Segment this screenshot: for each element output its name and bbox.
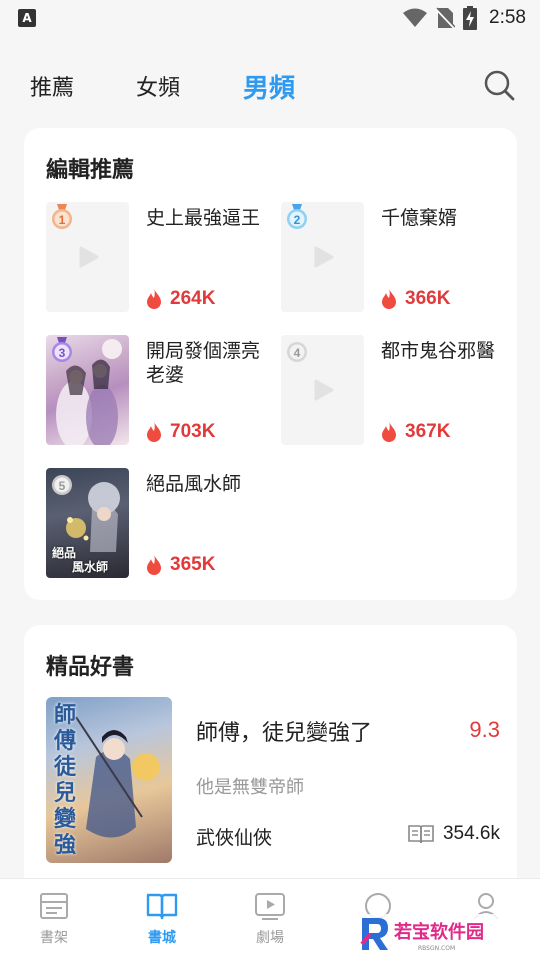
book-cover-placeholder: 4: [281, 335, 364, 445]
nav-bookstore[interactable]: 書城: [122, 891, 202, 947]
section-title: 編輯推薦: [46, 158, 135, 183]
book-heat: 367K: [381, 421, 450, 443]
book-heat: 264K: [146, 288, 215, 310]
category-tabs: 推薦 女頻 男頻: [0, 60, 540, 112]
premium-books-card: 精品好書 師傅徒兒變強 師傅，徒兒變強了 9.3 他是無雙帝師 武俠仙俠 354…: [24, 625, 517, 895]
brand-logo-icon: 若宝软件园 RBSGN.COM: [356, 914, 524, 954]
search-icon[interactable]: [482, 68, 516, 102]
book-item[interactable]: 3 開局發個漂亮老婆 703K: [46, 335, 276, 447]
fire-icon: [382, 288, 396, 309]
book-heat: 703K: [146, 421, 215, 443]
play-placeholder-icon: [314, 379, 334, 401]
play-placeholder-icon: [314, 246, 334, 268]
open-book-icon: [408, 825, 434, 844]
svg-text:1: 1: [59, 213, 66, 227]
book-cover-image: 師傅徒兒變強: [46, 697, 172, 863]
book-subtitle: 他是無雙帝師: [196, 777, 304, 798]
watermark-logo: 若宝软件园 RBSGN.COM: [356, 914, 524, 954]
book-title: 都市鬼谷邪醫: [381, 340, 496, 362]
book-heat: 366K: [381, 288, 450, 310]
book-title: 師傅，徒兒變強了: [196, 721, 373, 746]
svg-text:4: 4: [294, 346, 301, 360]
book-cover-image: 絕品 風水師 5: [46, 468, 129, 578]
book-cover-image: 3: [46, 335, 129, 445]
svg-text:3: 3: [59, 346, 66, 360]
video-icon: [255, 893, 285, 920]
fire-icon: [147, 288, 161, 309]
book-score: 9.3: [469, 717, 500, 742]
status-icons: 2:58: [403, 6, 526, 30]
book-item[interactable]: 絕品 風水師 5 絕品風水師 365K: [46, 468, 276, 580]
book-item[interactable]: 2 千億棄婿 366K: [281, 202, 511, 314]
book-genre: 武俠仙俠: [196, 827, 273, 849]
notification-icon: A: [18, 9, 36, 27]
fire-icon: [147, 554, 161, 575]
book-title: 千億棄婿: [381, 207, 458, 229]
svg-text:若宝软件园: 若宝软件园: [393, 921, 484, 943]
cover-title-text: 師傅徒兒變強: [54, 703, 77, 858]
tab-female[interactable]: 女頻: [136, 70, 180, 102]
book-reads: 354.6k: [407, 823, 500, 845]
fire-icon: [147, 421, 161, 442]
book-item[interactable]: 4 都市鬼谷邪醫 367K: [281, 335, 511, 447]
svg-text:2: 2: [294, 213, 301, 227]
section-title: 精品好書: [46, 655, 135, 680]
svg-text:5: 5: [59, 479, 66, 493]
play-placeholder-icon: [79, 246, 99, 268]
battery-charging-icon: [463, 6, 478, 30]
clock: 2:58: [489, 7, 526, 28]
book-cover-placeholder: 2: [281, 202, 364, 312]
nav-theater[interactable]: 劇場: [230, 891, 310, 947]
featured-book[interactable]: 師傅徒兒變強 師傅，徒兒變強了 9.3 他是無雙帝師 武俠仙俠 354.6k: [46, 697, 500, 863]
book-title: 史上最強逼王: [146, 207, 261, 229]
status-bar: A 2:58: [0, 0, 540, 36]
nav-bookshelf[interactable]: 書架: [14, 891, 94, 947]
cover-title-text: 絕品 風水師: [52, 546, 109, 574]
svg-text:RBSGN.COM: RBSGN.COM: [418, 945, 455, 952]
editor-picks-card: 編輯推薦 1 史上最強逼王 264K 2 千億棄婿 366K 3 開局發個漂亮老…: [24, 128, 517, 600]
book-item[interactable]: 1 史上最強逼王 264K: [46, 202, 276, 314]
tab-male[interactable]: 男頻: [243, 68, 295, 105]
book-title: 開局發個漂亮老婆: [146, 340, 261, 386]
tab-recommend[interactable]: 推薦: [30, 70, 74, 102]
bookshelf-icon: [40, 893, 68, 919]
rank-medal-icon: 3: [52, 337, 72, 362]
book-heat: 365K: [146, 554, 215, 576]
rank-badge-icon: 4: [287, 342, 307, 362]
no-sim-icon: [435, 7, 456, 29]
wifi-icon: [403, 8, 428, 27]
book-title: 絕品風水師: [146, 473, 242, 495]
rank-medal-icon: 2: [287, 204, 307, 229]
open-book-icon: [146, 893, 178, 920]
fire-icon: [382, 421, 396, 442]
book-cover-placeholder: 1: [46, 202, 129, 312]
rank-badge-icon: 5: [52, 475, 72, 495]
rank-medal-icon: 1: [52, 204, 72, 229]
